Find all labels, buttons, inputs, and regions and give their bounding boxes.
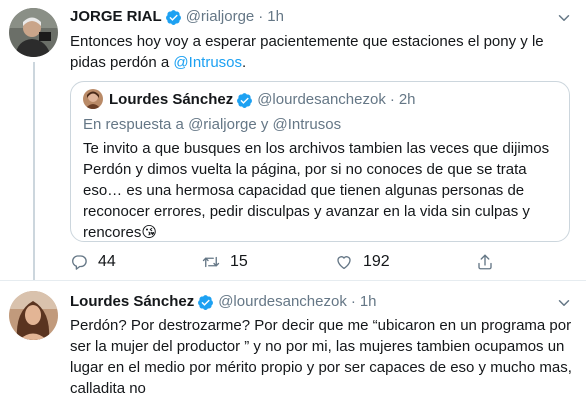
heart-icon — [337, 256, 351, 270]
reply-context: En respuesta a @rialjorge y @Intrusos — [83, 115, 341, 135]
timestamp[interactable]: 1h — [267, 7, 284, 27]
reply-user-1[interactable]: @rialjorge — [188, 116, 257, 133]
tweet-text-end: . — [242, 54, 247, 71]
author-handle[interactable]: @lourdesanchezok — [218, 292, 347, 312]
quoted-avatar[interactable] — [83, 89, 103, 109]
verified-badge-icon — [236, 92, 253, 109]
avatar-lourdes-sanchez[interactable] — [9, 291, 58, 340]
thread-line — [33, 62, 35, 280]
reply-count: 44 — [98, 253, 116, 270]
tweet-text: Perdón? Por destrozarme? Por decir que m… — [70, 317, 572, 397]
like-count: 192 — [363, 253, 390, 270]
quoted-author-handle[interactable]: @lourdesanchezok — [257, 90, 386, 110]
retweet-count: 15 — [230, 253, 248, 270]
reply-button[interactable]: 44 — [70, 253, 116, 271]
tweet-lourdes-sanchez[interactable]: Lourdes Sánchez @lourdesanchezok · 1h Pe… — [0, 281, 586, 400]
quoted-tweet[interactable]: Lourdes Sánchez @lourdesanchezok · 2h En… — [70, 81, 570, 242]
quoted-header: Lourdes Sánchez @lourdesanchezok · 2h — [109, 90, 416, 110]
avatar-jorge-rial[interactable] — [9, 8, 58, 57]
author-name[interactable]: JORGE RIAL — [70, 7, 162, 27]
tweet-text-body: Entonces hoy voy a esperar pacientemente… — [70, 33, 544, 71]
reply-prefix: En respuesta a — [83, 116, 189, 133]
reply-join: y — [256, 116, 273, 133]
share-button[interactable] — [476, 253, 504, 271]
verified-badge-icon — [165, 9, 182, 26]
quoted-timestamp[interactable]: 2h — [399, 90, 416, 110]
share-icon — [478, 254, 492, 270]
quoted-author-name[interactable]: Lourdes Sánchez — [109, 90, 233, 110]
tweet-jorge-rial[interactable]: JORGE RIAL @rialjorge · 1h Entonces hoy … — [0, 0, 586, 280]
mention-link[interactable]: @Intrusos — [173, 54, 242, 71]
retweet-icon — [202, 256, 220, 268]
verified-badge-icon — [197, 294, 214, 311]
author-name[interactable]: Lourdes Sánchez — [70, 292, 194, 312]
tweet-header: JORGE RIAL @rialjorge · 1h — [70, 7, 284, 27]
tweet-text: Entonces hoy voy a esperar pacientemente… — [70, 31, 570, 73]
separator-dot: · — [258, 8, 264, 25]
chevron-down-icon[interactable] — [555, 9, 573, 27]
like-button[interactable]: 192 — [335, 253, 390, 271]
quoted-tweet-text: Te invito a que busques en los archivos … — [83, 140, 550, 241]
timestamp[interactable]: 1h — [360, 292, 377, 312]
tweet-header: Lourdes Sánchez @lourdesanchezok · 1h — [70, 292, 377, 312]
chevron-down-icon[interactable] — [555, 294, 573, 312]
retweet-button[interactable]: 15 — [202, 253, 248, 271]
author-handle[interactable]: @rialjorge — [186, 7, 255, 27]
reply-icon — [72, 255, 87, 270]
separator-dot: · — [389, 91, 395, 108]
reply-user-2[interactable]: @Intrusos — [273, 116, 342, 133]
separator-dot: · — [350, 293, 356, 310]
